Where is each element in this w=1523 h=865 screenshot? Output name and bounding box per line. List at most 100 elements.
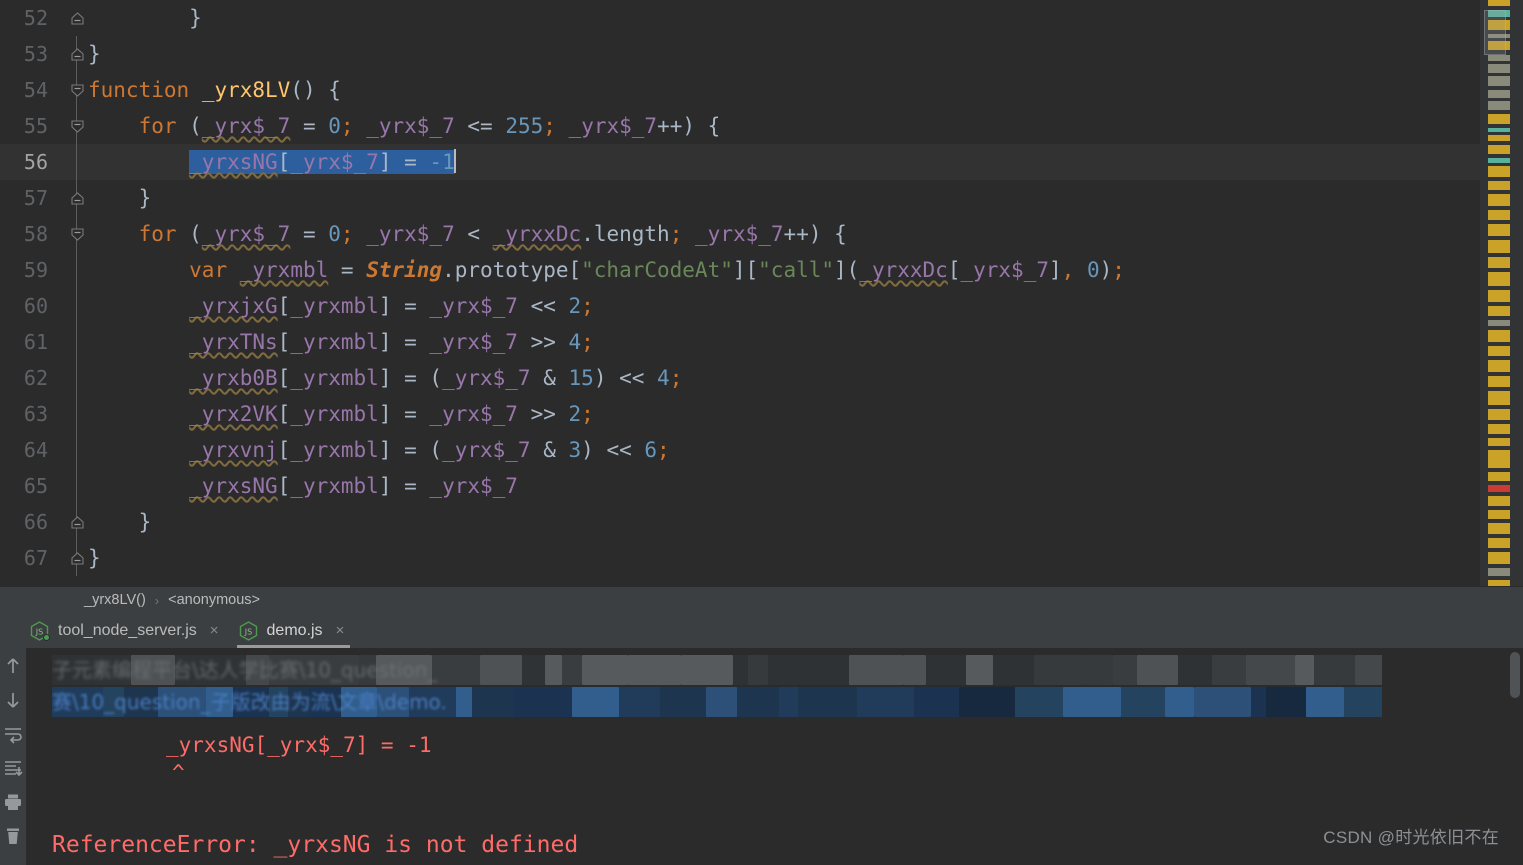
error-stripe-mark[interactable] xyxy=(1488,194,1510,206)
fold-collapse-icon[interactable] xyxy=(64,216,90,252)
fold-end-icon[interactable] xyxy=(64,0,90,36)
error-stripe-mark[interactable] xyxy=(1488,450,1510,468)
code-line-text[interactable]: _yrxTNs[_yrxmbl] = _yrx$_7 >> 4; xyxy=(88,324,594,360)
code-line[interactable]: 57 } xyxy=(0,180,1480,216)
error-stripe-mark[interactable] xyxy=(1488,496,1510,506)
console-output[interactable]: 子元素编程平台\达人学比赛\10_question_ 赛\10_question… xyxy=(26,648,1523,865)
code-line[interactable]: 53} xyxy=(0,36,1480,72)
code-line-text[interactable]: _yrxsNG[_yrxmbl] = _yrx$_7 xyxy=(88,468,518,504)
error-stripe-mark[interactable] xyxy=(1488,145,1510,154)
code-line[interactable]: 65 _yrxsNG[_yrxmbl] = _yrx$_7 xyxy=(0,468,1480,504)
code-text-area[interactable]: 52 } 53} 54 function _yrx8LV() {55 for (_yr… xyxy=(0,0,1480,586)
code-line-text[interactable]: _yrxvnj[_yrxmbl] = (_yrx$_7 & 3) << 6; xyxy=(88,432,670,468)
error-stripe-mark[interactable] xyxy=(1488,306,1510,316)
code-line-text[interactable]: } xyxy=(88,540,101,576)
error-stripe-mark[interactable] xyxy=(1488,135,1510,141)
code-line-text[interactable]: for (_yrx$_7 = 0; _yrx$_7 <= 255; _yrx$_… xyxy=(88,108,721,144)
error-stripe-mark[interactable] xyxy=(1488,360,1510,372)
code-line-text[interactable]: var _yrxmbl = String.prototype["charCode… xyxy=(88,252,1125,288)
error-stripe-mark[interactable] xyxy=(1488,290,1510,302)
error-stripe-mark[interactable] xyxy=(1488,181,1510,190)
arrow-up-icon[interactable] xyxy=(3,656,23,676)
error-stripe-mark[interactable] xyxy=(1488,210,1510,220)
error-stripe-mark[interactable] xyxy=(1488,90,1510,98)
arrow-down-icon[interactable] xyxy=(3,690,23,710)
code-line[interactable]: 52 } xyxy=(0,0,1480,36)
error-stripe-mark[interactable] xyxy=(1488,376,1510,387)
console-scrollbar-thumb[interactable] xyxy=(1510,652,1520,698)
close-icon[interactable]: × xyxy=(210,622,219,639)
code-line-text[interactable]: } xyxy=(88,36,101,72)
code-line-text[interactable]: _yrxsNG[_yrx$_7] = -1 xyxy=(88,144,456,180)
error-stripe-mark[interactable] xyxy=(1488,346,1510,356)
code-editor-pane[interactable]: 52 } 53} 54 function _yrx8LV() {55 for (_yr… xyxy=(0,0,1523,586)
error-stripe-mark[interactable] xyxy=(1488,409,1510,420)
error-stripe-mark[interactable] xyxy=(1488,101,1510,110)
error-stripe-scrollbar[interactable] xyxy=(1480,0,1523,586)
editor-tab-bar[interactable]: JS tool_node_server.js × JS demo.js × xyxy=(0,613,1523,648)
error-stripe-mark[interactable] xyxy=(1488,158,1510,163)
error-stripe-mark[interactable] xyxy=(1488,523,1510,534)
code-line-text[interactable]: } xyxy=(88,180,152,216)
code-line[interactable]: 58 for (_yrx$_7 = 0; _yrx$_7 < _yrxxDc.l… xyxy=(0,216,1480,252)
close-icon[interactable]: × xyxy=(336,622,345,639)
error-stripe-mark[interactable] xyxy=(1488,128,1510,132)
error-stripe-mark[interactable] xyxy=(1488,224,1510,236)
error-stripe-mark[interactable] xyxy=(1488,240,1510,253)
error-stripe-mark[interactable] xyxy=(1488,0,1510,6)
error-stripe-mark[interactable] xyxy=(1488,552,1510,564)
code-line-text[interactable]: for (_yrx$_7 = 0; _yrx$_7 < _yrxxDc.leng… xyxy=(88,216,847,252)
code-line[interactable]: 67} xyxy=(0,540,1480,576)
code-line[interactable]: 66 } xyxy=(0,504,1480,540)
error-stripe-mark[interactable] xyxy=(1488,485,1510,492)
fold-end-icon[interactable] xyxy=(64,180,90,216)
error-stripe-mark[interactable] xyxy=(1488,438,1510,446)
code-line-text[interactable]: _yrxb0B[_yrxmbl] = (_yrx$_7 & 15) << 4; xyxy=(88,360,682,396)
breadcrumb-item-function[interactable]: _yrx8LV() xyxy=(84,592,146,608)
code-line[interactable]: 64 _yrxvnj[_yrxmbl] = (_yrx$_7 & 3) << 6… xyxy=(0,432,1480,468)
code-line[interactable]: 59 var _yrxmbl = String.prototype["charC… xyxy=(0,252,1480,288)
code-line[interactable]: 63 _yrx2VK[_yrxmbl] = _yrx$_7 >> 2; xyxy=(0,396,1480,432)
fold-end-icon[interactable] xyxy=(64,540,90,576)
scroll-to-end-icon[interactable] xyxy=(3,758,23,778)
editor-tab-tool_node_server-js[interactable]: JS tool_node_server.js × xyxy=(22,613,231,648)
scrollbar-thumb[interactable] xyxy=(1484,10,1506,55)
fold-end-icon[interactable] xyxy=(64,504,90,540)
print-icon[interactable] xyxy=(3,792,23,812)
code-line[interactable]: 54 function _yrx8LV() { xyxy=(0,72,1480,108)
error-stripe-mark[interactable] xyxy=(1488,114,1510,124)
error-stripe-mark[interactable] xyxy=(1488,64,1510,73)
console-toolbar[interactable] xyxy=(0,648,26,865)
code-line-text[interactable]: _yrx2VK[_yrxmbl] = _yrx$_7 >> 2; xyxy=(88,396,594,432)
code-line[interactable]: 60 _yrxjxG[_yrxmbl] = _yrx$_7 << 2; xyxy=(0,288,1480,324)
trash-icon[interactable] xyxy=(3,826,23,846)
code-line[interactable]: 61 _yrxTNs[_yrxmbl] = _yrx$_7 >> 4; xyxy=(0,324,1480,360)
fold-collapse-icon[interactable] xyxy=(64,108,90,144)
error-stripe-mark[interactable] xyxy=(1488,330,1510,342)
error-stripe-mark[interactable] xyxy=(1488,76,1510,86)
error-stripe-mark[interactable] xyxy=(1488,568,1510,576)
editor-tab-demo-js[interactable]: JS demo.js × xyxy=(231,613,357,648)
error-stripe-mark[interactable] xyxy=(1488,272,1510,286)
error-stripe-mark[interactable] xyxy=(1488,538,1510,548)
error-stripe-mark[interactable] xyxy=(1488,257,1510,268)
breadcrumb-item-anonymous[interactable]: <anonymous> xyxy=(168,592,260,608)
soft-wrap-icon[interactable] xyxy=(3,724,23,744)
error-stripe-mark[interactable] xyxy=(1488,55,1510,61)
code-line-text[interactable]: } xyxy=(88,504,152,540)
code-line-text[interactable]: function _yrx8LV() { xyxy=(88,72,341,108)
error-stripe-mark[interactable] xyxy=(1488,510,1510,519)
redaction-block xyxy=(1355,655,1382,685)
fold-collapse-icon[interactable] xyxy=(64,72,90,108)
error-stripe-mark[interactable] xyxy=(1488,391,1510,405)
code-line[interactable]: 56 _yrxsNG[_yrx$_7] = -1 xyxy=(0,144,1480,180)
fold-end-icon[interactable] xyxy=(64,36,90,72)
code-line-text[interactable]: _yrxjxG[_yrxmbl] = _yrx$_7 << 2; xyxy=(88,288,594,324)
error-stripe-mark[interactable] xyxy=(1488,166,1510,177)
error-stripe-mark[interactable] xyxy=(1488,472,1510,481)
error-stripe-mark[interactable] xyxy=(1488,424,1510,434)
code-line-text[interactable]: } xyxy=(88,0,202,36)
error-stripe-mark[interactable] xyxy=(1488,320,1510,326)
code-line[interactable]: 55 for (_yrx$_7 = 0; _yrx$_7 <= 255; _yr… xyxy=(0,108,1480,144)
code-line[interactable]: 62 _yrxb0B[_yrxmbl] = (_yrx$_7 & 15) << … xyxy=(0,360,1480,396)
